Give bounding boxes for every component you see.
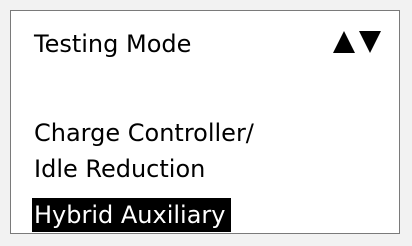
triangle-up-icon[interactable]	[333, 31, 355, 53]
triangle-down-icon[interactable]	[359, 31, 381, 53]
menu-item-charge-controller[interactable]: Charge Controller/	[34, 116, 254, 150]
scroll-arrows	[333, 31, 381, 53]
menu-item-hybrid-auxiliary-selected[interactable]: Hybrid Auxiliary	[32, 198, 231, 232]
lcd-screen: Testing Mode Charge Controller/ Idle Red…	[10, 10, 400, 234]
menu-item-idle-reduction[interactable]: Idle Reduction	[34, 152, 205, 186]
screen-title: Testing Mode	[34, 30, 192, 58]
